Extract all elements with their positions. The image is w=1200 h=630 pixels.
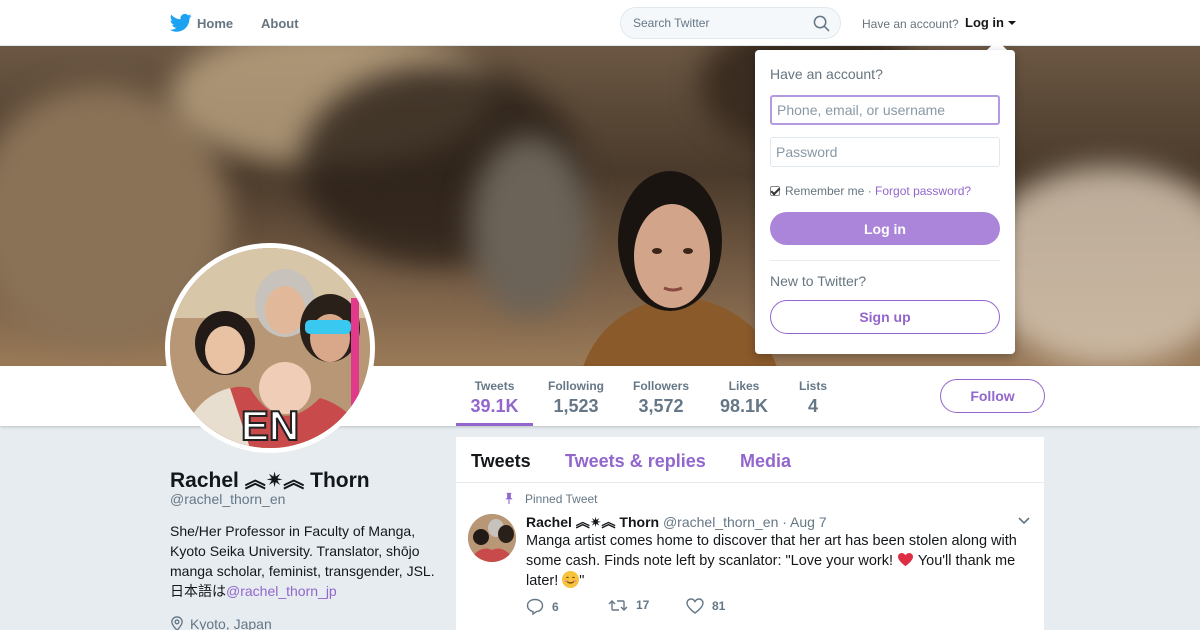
password-input[interactable]: [770, 137, 1000, 167]
tweet-actions: 6 17 81: [526, 598, 826, 618]
remember-me-label[interactable]: Remember me: [785, 184, 864, 198]
new-to-twitter-text: New to Twitter?: [770, 273, 867, 289]
reply-count: 6: [552, 600, 559, 614]
stat-likes[interactable]: Likes 98.1K: [714, 366, 774, 426]
tweet-author-name[interactable]: Rachel ︽✷︽ Thorn: [526, 514, 659, 530]
location-text: Kyoto, Japan: [190, 616, 272, 630]
tweet-text: Manga artist comes home to discover that…: [526, 531, 1021, 591]
tab-media[interactable]: Media: [740, 451, 791, 472]
follow-button[interactable]: Follow: [940, 379, 1045, 413]
remember-me-row: Remember me · Forgot password?: [770, 184, 971, 198]
retweet-count: 17: [636, 598, 650, 612]
dropdown-title: Have an account?: [770, 66, 883, 82]
login-dropdown: Have an account? Remember me · Forgot pa…: [755, 50, 1015, 354]
search-box: [620, 7, 841, 39]
profile-location: Kyoto, Japan: [170, 616, 272, 630]
login-menu-button[interactable]: Log in: [965, 15, 1004, 30]
profile-handle[interactable]: @rachel_thorn_en: [170, 491, 285, 507]
chevron-down-icon[interactable]: [1018, 517, 1030, 525]
pin-icon: [505, 492, 513, 505]
stat-label: Following: [548, 379, 604, 393]
tweet-author-handle[interactable]: @rachel_thorn_en: [663, 514, 778, 530]
separator-dot: ·: [867, 184, 872, 198]
stat-label: Tweets: [474, 379, 515, 393]
signup-button[interactable]: Sign up: [770, 300, 1000, 334]
like-count: 81: [712, 599, 726, 613]
login-button[interactable]: Log in: [770, 212, 1000, 245]
profile-avatar[interactable]: EN: [165, 243, 375, 453]
nav-home-link[interactable]: Home: [197, 16, 233, 31]
stat-value: 98.1K: [719, 396, 769, 416]
reply-icon: [526, 598, 544, 616]
stat-value: 3,572: [638, 396, 684, 416]
stat-followers[interactable]: Followers 3,572: [626, 366, 696, 426]
tweet-date[interactable]: · Aug 7: [782, 514, 826, 530]
heart-icon: [686, 598, 704, 614]
remember-me-checkbox[interactable]: [770, 186, 780, 196]
nav-about-link[interactable]: About: [261, 16, 299, 31]
search-input[interactable]: [633, 8, 813, 38]
twitter-bird-icon[interactable]: [170, 13, 192, 33]
have-account-text: Have an account?: [862, 17, 959, 31]
dropdown-divider: [770, 260, 1000, 261]
avatar-badge: EN: [241, 402, 299, 448]
chevron-down-icon[interactable]: [1008, 21, 1016, 25]
search-icon[interactable]: [813, 15, 830, 32]
profile-bio: She/Her Professor in Faculty of Manga, K…: [170, 521, 440, 601]
red-heart-emoji-icon: [898, 552, 914, 567]
avatar-photo-image: EN: [170, 248, 370, 448]
stat-lists[interactable]: Lists 4: [793, 366, 833, 426]
retweet-button[interactable]: 17: [608, 598, 649, 613]
tweet-text-part: ": [579, 573, 585, 589]
like-button[interactable]: 81: [686, 598, 725, 614]
stat-tweets[interactable]: Tweets 39.1K: [456, 366, 533, 426]
top-nav: Home About Have an account? Log in: [0, 0, 1200, 46]
tab-tweets-and-replies[interactable]: Tweets & replies: [565, 451, 706, 472]
stat-following[interactable]: Following 1,523: [541, 366, 611, 426]
profile-name[interactable]: Rachel ︽✷︽ Thorn: [170, 464, 370, 494]
tweet-header: Rachel ︽✷︽ Thorn @rachel_thorn_en · Aug …: [526, 512, 827, 532]
tweet-author-avatar[interactable]: [468, 514, 516, 562]
stat-label: Lists: [798, 379, 827, 393]
stat-value: 4: [807, 396, 818, 416]
stat-value: 39.1K: [470, 396, 519, 416]
bio-mention-link[interactable]: @rachel_thorn_jp: [226, 583, 337, 599]
username-input[interactable]: [770, 95, 1000, 125]
location-pin-icon: [171, 616, 183, 630]
tab-tweets[interactable]: Tweets: [471, 451, 531, 472]
timeline-tabs: Tweets Tweets & replies Media: [456, 437, 1044, 483]
retweet-icon: [608, 600, 628, 611]
reply-button[interactable]: 6: [526, 598, 559, 616]
stat-label: Likes: [728, 379, 760, 393]
timeline: Tweets Tweets & replies Media Pinned Twe…: [456, 437, 1044, 630]
smiling-face-emoji-icon: [562, 571, 580, 588]
dropdown-caret: [987, 40, 1007, 50]
tweet-avatar-photo-image: [468, 514, 516, 562]
stat-value: 1,523: [553, 396, 599, 416]
forgot-password-link[interactable]: Forgot password?: [875, 184, 971, 198]
pinned-tweet-label: Pinned Tweet: [525, 492, 598, 506]
stat-label: Followers: [632, 379, 689, 393]
